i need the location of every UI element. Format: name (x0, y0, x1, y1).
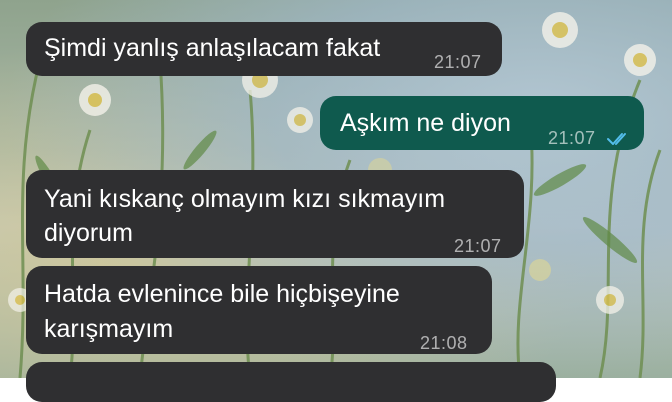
message-text-line: diyorum (44, 219, 133, 247)
double-check-icon (606, 123, 632, 155)
incoming-message-bubble-partial[interactable] (26, 362, 556, 402)
message-text: Şimdi yanlış anlaşılacam fakat (44, 34, 381, 62)
message-text-line: Yani kıskanç olmayım kızı sıkmayım (44, 185, 446, 213)
incoming-message-bubble[interactable]: Hatda evlenince bile hiçbişeyine karışma… (26, 266, 492, 354)
message-time: 21:07 (434, 52, 482, 72)
message-time: 21:07 (454, 236, 502, 256)
outgoing-message-bubble[interactable]: Aşkım ne diyon 21:07 (320, 96, 644, 150)
message-time: 21:08 (420, 333, 468, 353)
message-text-line: Hatda evlenince bile hiçbişeyine (44, 280, 400, 308)
message-time: 21:07 (548, 128, 596, 148)
incoming-message-bubble[interactable]: Şimdi yanlış anlaşılacam fakat 21:07 (26, 22, 502, 76)
incoming-message-bubble[interactable]: Yani kıskanç olmayım kızı sıkmayım diyor… (26, 170, 524, 258)
message-text-line: karışmayım (44, 315, 174, 343)
message-text: Aşkım ne diyon (340, 109, 511, 137)
